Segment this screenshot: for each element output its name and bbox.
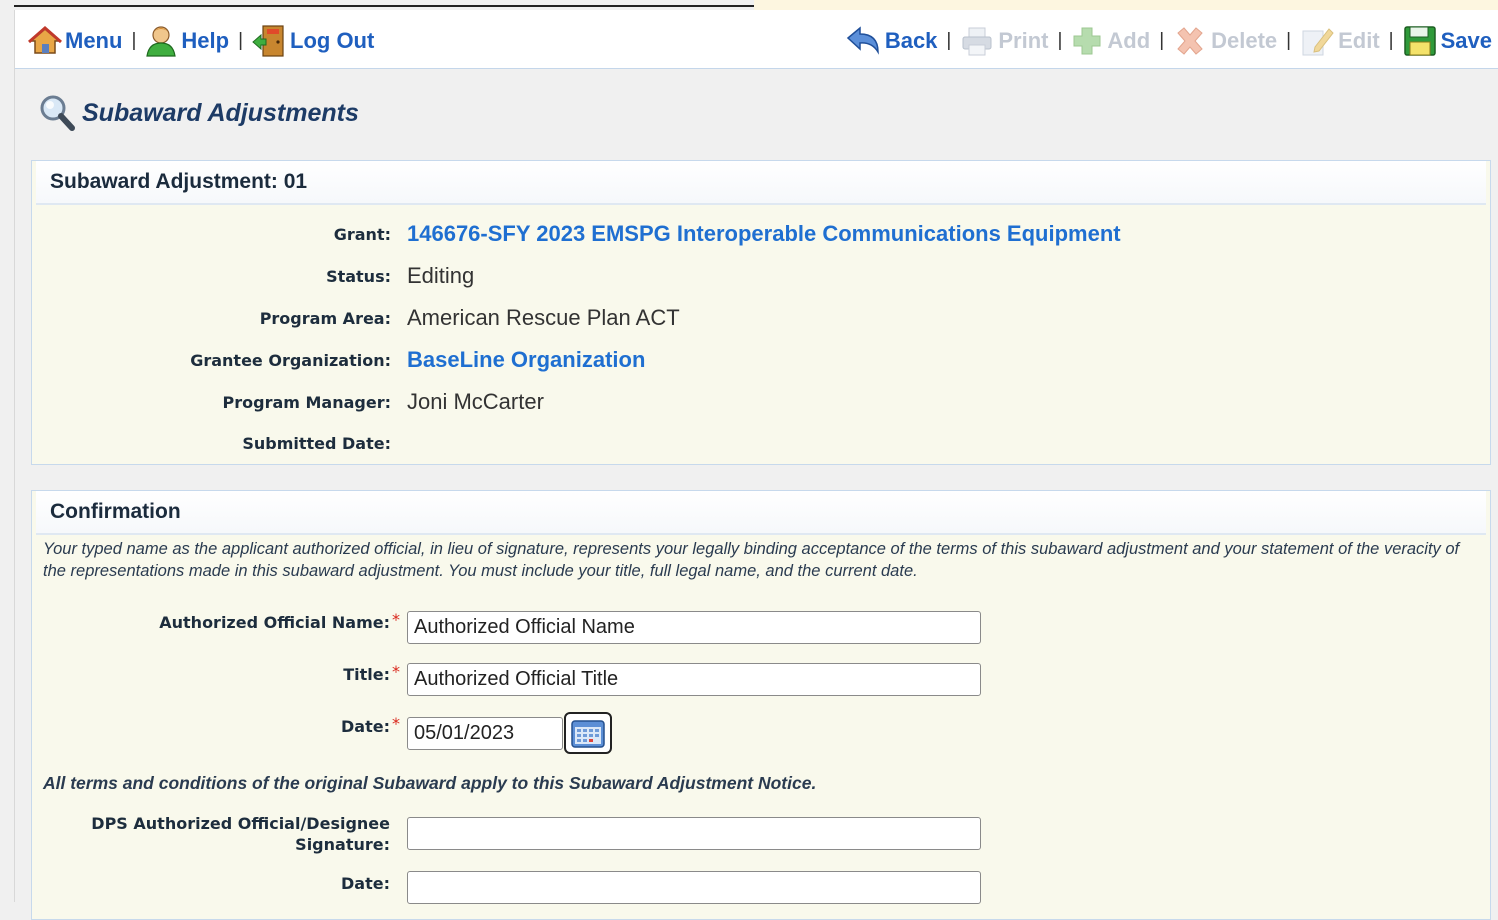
back-label: Back [884,28,938,53]
dps-signature-label: DPS Authorized Official/Designee Signatu… [32,813,390,855]
toolbar-separator: | [1286,30,1292,51]
dps-signature-input[interactable] [407,817,981,850]
status-label: Status: [326,266,391,286]
required-marker: * [392,610,400,629]
date-input[interactable]: 05/01/2023 [407,717,563,750]
toolbar-separator: | [946,30,952,51]
title-label-text: Title: [343,665,390,684]
title-input[interactable]: Authorized Official Title [407,663,981,696]
help-label: Help [181,28,230,53]
toolbar-left-group: Menu | Help | Log Out [28,24,374,58]
program-manager-row: Program Manager: Joni McCarter [32,381,1490,423]
left-border [14,10,15,902]
summary-heading: Subaward Adjustment: 01 [36,161,1486,205]
help-button[interactable]: Help [144,25,229,57]
logout-button[interactable]: Log Out [251,24,374,58]
dps-signature-label-line1: DPS Authorized Official/Designee [91,814,390,833]
logout-label: Log Out [290,28,375,53]
program-area-value: American Rescue Plan ACT [407,305,680,330]
save-button[interactable]: Save [1402,24,1492,58]
grantee-organization-label: Grantee Organization: [190,350,391,370]
toolbar-separator: | [1057,30,1063,51]
top-band [754,0,1498,10]
back-arrow-icon [846,26,879,55]
date-label-text: Date: [341,717,390,736]
help-person-icon [146,26,177,57]
date-label: Date: * [32,714,400,737]
print-icon [962,27,992,56]
submitted-date-label: Submitted Date: [242,433,391,453]
toolbar-separator: | [238,30,244,51]
magnifier-icon [40,95,75,131]
add-icon [1073,27,1101,55]
home-icon [28,26,62,54]
official-name-input[interactable]: Authorized Official Name [407,611,981,644]
dps-signature-label-line2: Signature: [295,835,390,854]
summary-panel: Subaward Adjustment: 01 Grant: 146676-SF… [31,160,1491,465]
toolbar-right-group: Back | Print | Add | Delete | Edit | Sav… [844,24,1492,58]
add-button[interactable]: Add [1070,25,1150,57]
calendar-icon [571,720,605,748]
program-area-label: Program Area: [259,308,391,328]
required-marker: * [392,714,400,733]
toolbar-separator: | [1388,30,1394,51]
page-title: Subaward Adjustments [38,93,359,133]
toolbar-separator: | [131,30,137,51]
edit-icon [1302,28,1334,56]
back-button[interactable]: Back [844,25,938,57]
confirmation-heading: Confirmation [36,491,1486,535]
save-disk-icon [1403,26,1436,56]
page-title-text: Subaward Adjustments [82,98,359,127]
toolbar-separator: | [1159,30,1165,51]
terms-note: All terms and conditions of the original… [43,773,817,793]
grant-link[interactable]: 146676-SFY 2023 EMSPG Interoperable Comm… [407,221,1121,247]
status-row: Status: Editing [32,255,1490,297]
status-value: Editing [407,263,475,288]
delete-icon [1177,27,1203,55]
dps-date-label: Date: [341,874,390,893]
program-area-row: Program Area: American Rescue Plan ACT [32,297,1490,339]
logout-door-icon [252,25,284,57]
confirmation-statement: Your typed name as the applicant authori… [43,540,1460,580]
grantee-organization-row: Grantee Organization: BaseLine Organizat… [32,339,1490,381]
delete-label: Delete [1211,28,1278,53]
confirmation-panel: Confirmation Your typed name as the appl… [31,490,1491,920]
grantee-organization-link[interactable]: BaseLine Organization [407,347,645,373]
save-label: Save [1440,28,1492,53]
print-label: Print [998,28,1049,53]
edit-label: Edit [1338,28,1380,53]
top-divider-line [14,5,754,7]
title-label: Title: * [32,662,400,685]
program-manager-value: Joni McCarter [407,389,544,414]
grant-row: Grant: 146676-SFY 2023 EMSPG Interoperab… [32,213,1490,255]
menu-label: Menu [65,28,123,53]
edit-button[interactable]: Edit [1299,25,1380,57]
calendar-button[interactable] [564,712,612,754]
program-manager-label: Program Manager: [222,392,392,412]
menu-button[interactable]: Menu [28,26,122,56]
required-marker: * [392,662,400,681]
official-name-label: Authorized Official Name: * [32,610,400,633]
delete-button[interactable]: Delete [1172,25,1277,57]
grant-label: Grant: [333,224,391,244]
print-button[interactable]: Print [959,25,1048,57]
official-name-label-text: Authorized Official Name: [159,613,390,632]
toolbar: Menu | Help | Log Out Back | Print | Add… [15,10,1498,69]
submitted-date-row: Submitted Date: [32,422,1490,464]
add-label: Add [1107,28,1151,53]
dps-date-input[interactable] [407,871,981,904]
